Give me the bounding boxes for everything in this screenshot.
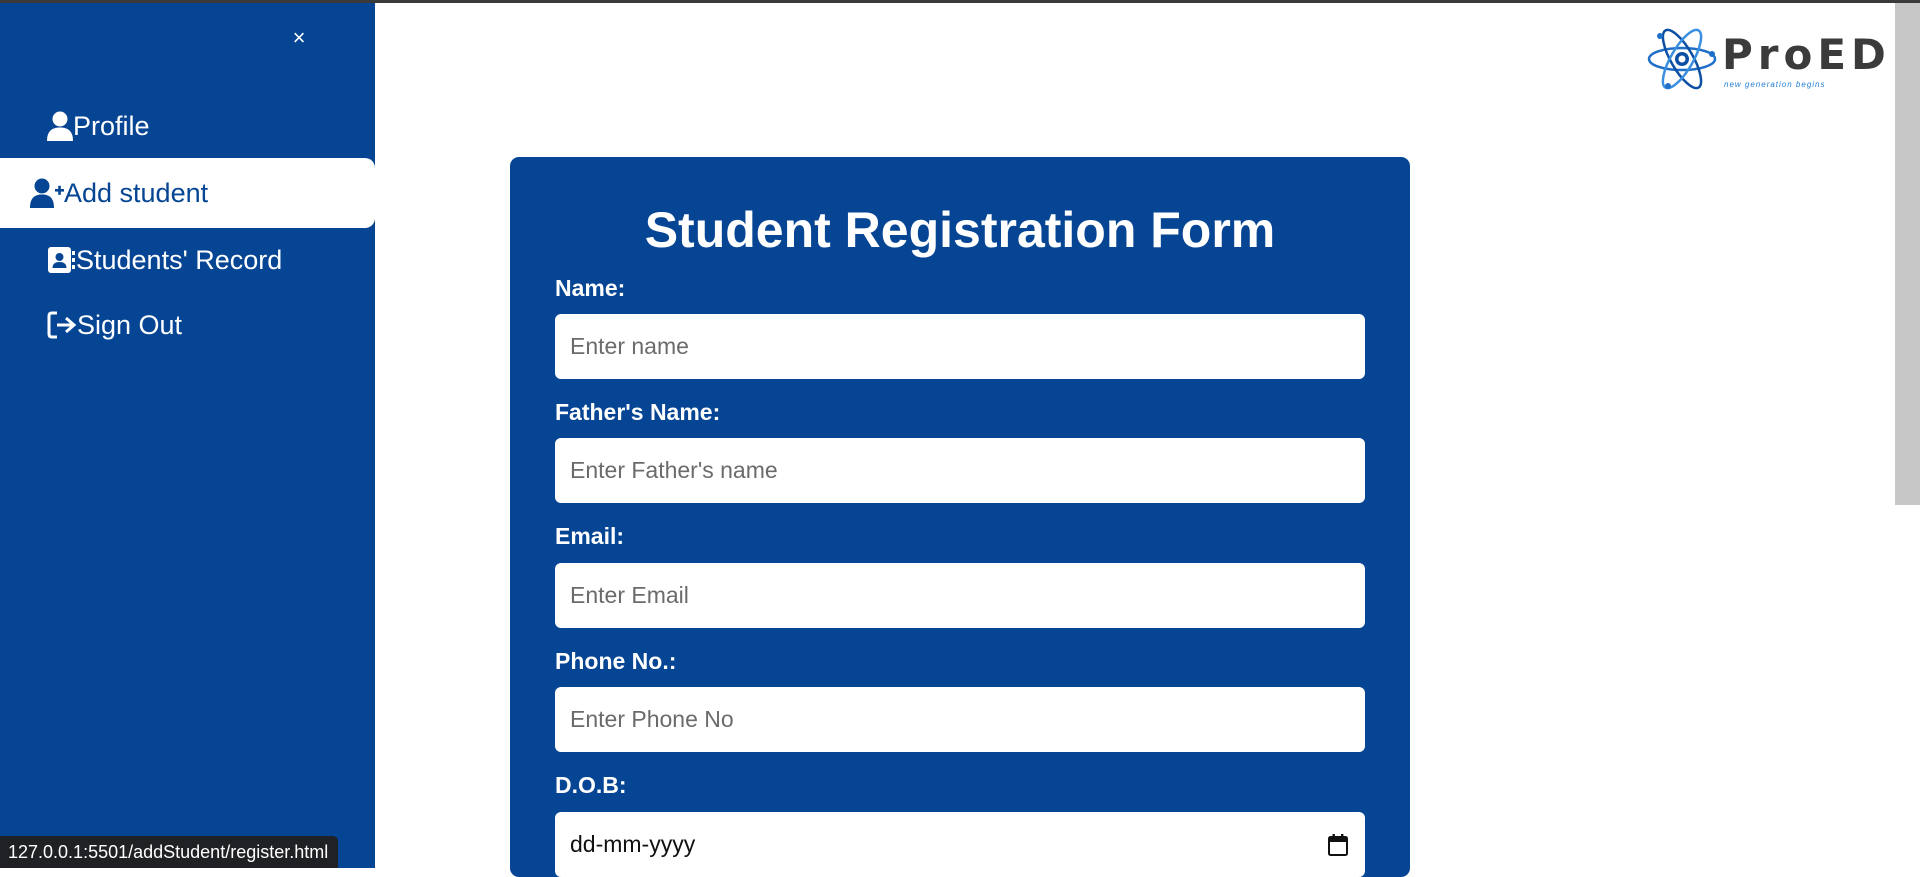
phone-input[interactable]	[555, 687, 1365, 752]
user-icon	[47, 111, 73, 141]
dob-label: D.O.B:	[555, 772, 627, 798]
sign-out-icon	[47, 311, 77, 339]
status-url: 127.0.0.1:5501/addStudent/register.html	[0, 836, 339, 868]
father-name-input[interactable]	[555, 438, 1365, 503]
form-title: Student Registration Form	[644, 202, 1276, 258]
close-sidebar-button[interactable]: ×	[286, 25, 312, 51]
sidebar-item-sign-out[interactable]: Sign Out	[0, 290, 375, 360]
calendar-icon[interactable]	[1326, 833, 1350, 857]
proed-logo: ProED new generation begins	[1646, 24, 1886, 94]
sidebar-item-add-student[interactable]: Add student	[0, 158, 375, 228]
sidebar: × Profile Add student Students' Record S…	[0, 3, 375, 868]
dob-placeholder: dd-mm-yyyy	[570, 831, 696, 857]
logo-tagline: new generation begins	[1724, 80, 1826, 89]
sidebar-item-students-record[interactable]: Students' Record	[0, 225, 375, 295]
name-label: Name:	[555, 275, 626, 301]
sidebar-item-profile[interactable]: Profile	[0, 91, 375, 161]
user-plus-icon	[30, 178, 64, 208]
name-input[interactable]	[555, 314, 1365, 379]
logo-text: ProED	[1722, 30, 1891, 79]
father-name-label: Father's Name:	[555, 399, 721, 425]
email-label: Email:	[555, 523, 625, 549]
atom-icon	[1647, 28, 1717, 90]
phone-label: Phone No.:	[555, 648, 677, 674]
registration-form: Student Registration Form Name: Father's…	[510, 157, 1410, 877]
email-input[interactable]	[555, 563, 1365, 628]
sidebar-item-label: Students' Record	[76, 244, 283, 275]
sidebar-item-label: Sign Out	[77, 309, 183, 340]
scrollbar-thumb[interactable]	[1895, 3, 1920, 505]
sidebar-item-label: Profile	[73, 110, 150, 141]
address-book-icon	[48, 245, 76, 275]
dob-input[interactable]: dd-mm-yyyy	[555, 812, 1365, 877]
sidebar-item-label: Add student	[64, 177, 209, 208]
window-top-border	[0, 0, 1920, 3]
